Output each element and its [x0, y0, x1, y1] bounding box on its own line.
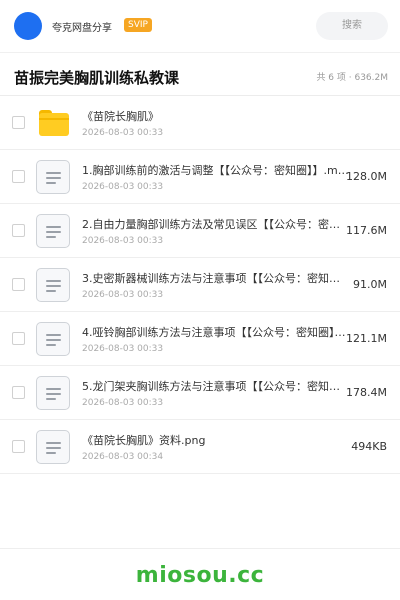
svip-badge: SVIP [124, 18, 152, 32]
file-size: 91.0M [353, 278, 387, 291]
document-icon [36, 322, 70, 356]
page-title: 苗振完美胸肌训练私教课 [14, 69, 180, 87]
file-summary: 共 6 项 · 636.2M [316, 73, 388, 83]
row-checkbox[interactable] [12, 440, 25, 453]
footer: miosou.cc [0, 548, 400, 600]
title-bar: 苗振完美胸肌训练私教课 共 6 项 · 636.2M [0, 52, 400, 96]
file-row[interactable]: 2.自由力量胸部训练方法及常见误区【【公众号：密知圈】】.mp4 2026-08… [0, 204, 400, 258]
row-checkbox[interactable] [12, 170, 25, 183]
file-name: 1.胸部训练前的激活与调整【【公众号：密知圈】】.mp4 [82, 164, 350, 177]
row-checkbox[interactable] [12, 386, 25, 399]
header: 夸克网盘分享 SVIP 搜索 [0, 0, 400, 52]
document-icon [36, 430, 70, 464]
file-size: 117.6M [346, 224, 387, 237]
file-date: 2026-08-03 00:34 [82, 452, 164, 462]
document-icon [36, 268, 70, 302]
file-name: 2.自由力量胸部训练方法及常见误区【【公众号：密知圈】】.mp4 [82, 218, 350, 231]
file-date: 2026-08-03 00:33 [82, 128, 164, 138]
file-list: 《苗院长胸肌》 2026-08-03 00:33 1.胸部训练前的激活与调整【【… [0, 96, 400, 474]
app-name: 夸克网盘分享 [52, 23, 112, 34]
file-name: 《苗院长胸肌》 [82, 110, 159, 123]
file-name: 3.史密斯器械训练方法与注意事项【【公众号：密知圈】】.mp4 [82, 272, 350, 285]
folder-icon [36, 106, 70, 140]
file-row[interactable]: 3.史密斯器械训练方法与注意事项【【公众号：密知圈】】.mp4 2026-08-… [0, 258, 400, 312]
file-size: 494KB [351, 440, 387, 453]
site-watermark: miosou.cc [135, 563, 265, 588]
file-name: 5.龙门架夹胸训练方法与注意事项【【公众号：密知圈】】.mp4 [82, 380, 350, 393]
file-row-folder[interactable]: 《苗院长胸肌》 2026-08-03 00:33 [0, 96, 400, 150]
search-button[interactable]: 搜索 [316, 12, 388, 40]
file-date: 2026-08-03 00:33 [82, 182, 164, 192]
row-checkbox[interactable] [12, 224, 25, 237]
file-row[interactable]: 4.哑铃胸部训练方法与注意事项【【公众号：密知圈】】.mp4 2026-08-0… [0, 312, 400, 366]
file-row[interactable]: 1.胸部训练前的激活与调整【【公众号：密知圈】】.mp4 2026-08-03 … [0, 150, 400, 204]
avatar[interactable] [14, 12, 42, 40]
file-date: 2026-08-03 00:33 [82, 290, 164, 300]
file-name: 4.哑铃胸部训练方法与注意事项【【公众号：密知圈】】.mp4 [82, 326, 350, 339]
document-icon [36, 214, 70, 248]
file-size: 178.4M [346, 386, 387, 399]
file-date: 2026-08-03 00:33 [82, 236, 164, 246]
file-date: 2026-08-03 00:33 [82, 344, 164, 354]
document-icon [36, 160, 70, 194]
file-size: 128.0M [346, 170, 387, 183]
file-name: 《苗院长胸肌》资料.png [82, 434, 206, 447]
row-checkbox[interactable] [12, 116, 25, 129]
row-checkbox[interactable] [12, 332, 25, 345]
row-checkbox[interactable] [12, 278, 25, 291]
file-size: 121.1M [346, 332, 387, 345]
file-date: 2026-08-03 00:33 [82, 398, 164, 408]
file-row[interactable]: 《苗院长胸肌》资料.png 2026-08-03 00:34 494KB [0, 420, 400, 474]
document-icon [36, 376, 70, 410]
file-row[interactable]: 5.龙门架夹胸训练方法与注意事项【【公众号：密知圈】】.mp4 2026-08-… [0, 366, 400, 420]
